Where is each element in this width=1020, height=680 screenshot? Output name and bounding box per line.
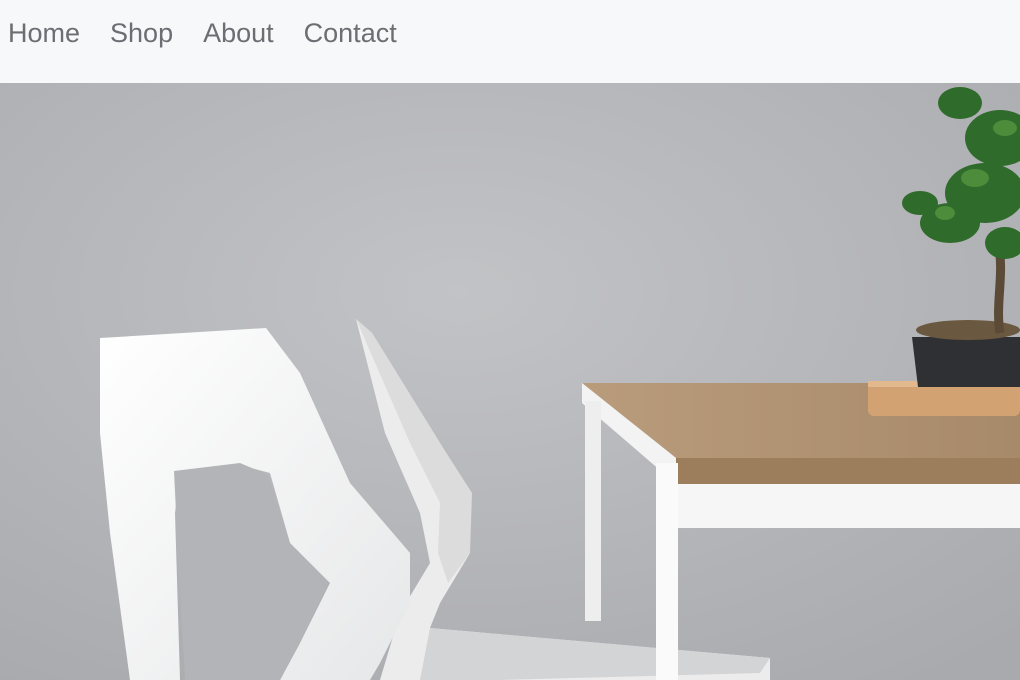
nav-link-shop[interactable]: Shop bbox=[110, 18, 173, 48]
nav-link-about[interactable]: About bbox=[203, 18, 274, 48]
top-navbar: Home Shop About Contact bbox=[0, 0, 1020, 83]
hero-image bbox=[0, 83, 1020, 680]
nav-link-home[interactable]: Home bbox=[8, 18, 80, 48]
nav-menu: Home Shop About Contact bbox=[8, 16, 427, 50]
nav-link-contact[interactable]: Contact bbox=[304, 18, 397, 48]
hero-illustration bbox=[0, 83, 1020, 680]
